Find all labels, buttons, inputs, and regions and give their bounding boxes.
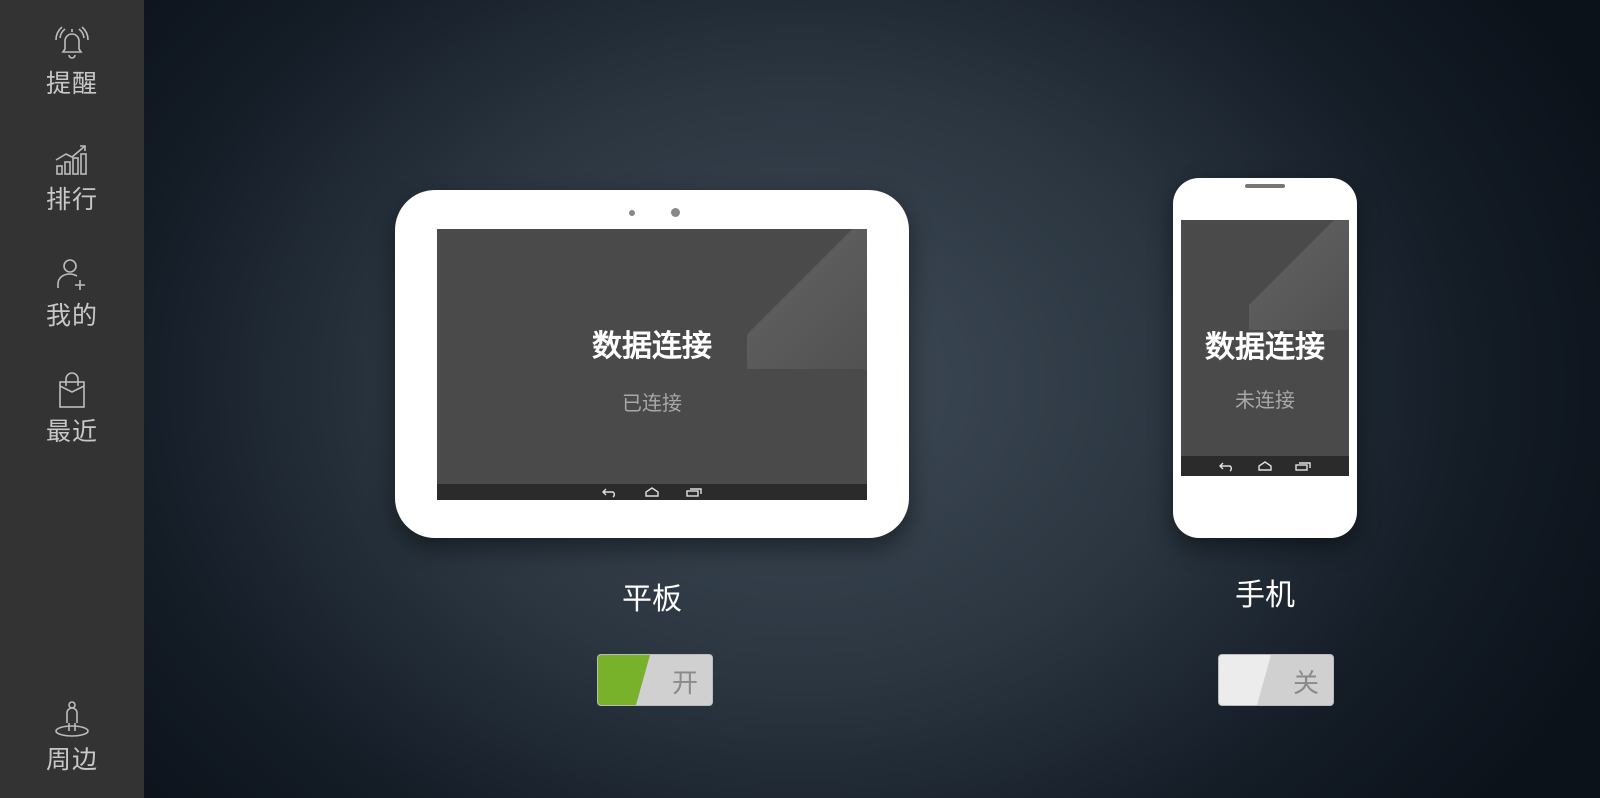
tablet-screen: 数据连接 已连接 bbox=[437, 229, 867, 500]
tablet-camera-dot bbox=[671, 208, 680, 217]
sidebar-item-mine[interactable]: 我的 bbox=[0, 246, 144, 350]
sidebar-item-label: 排行 bbox=[45, 185, 98, 214]
tablet-screen-status: 已连接 bbox=[622, 391, 682, 415]
phone-toggle[interactable]: 关 bbox=[1218, 654, 1334, 706]
sidebar-item-label: 提醒 bbox=[45, 69, 98, 98]
tablet-sensor-dot bbox=[629, 210, 635, 216]
bag-icon bbox=[59, 372, 85, 408]
phone-label: 手机 bbox=[1235, 578, 1295, 613]
recent-apps-icon bbox=[1295, 462, 1311, 471]
home-icon bbox=[645, 487, 659, 497]
sidebar-item-ranking[interactable]: 排行 bbox=[0, 130, 144, 234]
sidebar: 提醒 排行 我的 最近 周边 bbox=[0, 0, 144, 798]
back-icon bbox=[1219, 462, 1232, 472]
home-icon bbox=[1258, 461, 1272, 471]
phone-toggle-label: 关 bbox=[1292, 669, 1319, 699]
sidebar-item-label: 周边 bbox=[45, 745, 98, 774]
screen-glare bbox=[1249, 220, 1349, 330]
user-add-icon bbox=[57, 259, 85, 290]
phone-screen-status: 未连接 bbox=[1235, 388, 1295, 412]
sidebar-item-reminder[interactable]: 提醒 bbox=[0, 14, 144, 118]
tablet-navbar bbox=[437, 484, 867, 500]
tablet-toggle-label: 开 bbox=[671, 669, 698, 699]
tablet-screen-title: 数据连接 bbox=[592, 329, 712, 364]
phone-navbar bbox=[1181, 456, 1349, 476]
phone-speaker bbox=[1245, 184, 1285, 188]
toggle-on-indicator bbox=[598, 655, 650, 705]
recent-apps-icon bbox=[686, 488, 702, 497]
toggle-off-indicator bbox=[1219, 655, 1271, 705]
tablet-device: 数据连接 已连接 bbox=[395, 190, 909, 538]
phone-screen-title: 数据连接 bbox=[1205, 330, 1325, 365]
tablet-toggle[interactable]: 开 bbox=[597, 654, 713, 706]
phone-screen: 数据连接 未连接 bbox=[1181, 220, 1349, 476]
tablet-label: 平板 bbox=[622, 582, 682, 617]
bell-icon bbox=[55, 26, 89, 59]
sidebar-item-recent[interactable]: 最近 bbox=[0, 362, 144, 466]
back-icon bbox=[602, 488, 615, 498]
rank-chart-icon bbox=[55, 145, 87, 175]
sidebar-item-label: 我的 bbox=[45, 301, 98, 330]
sidebar-item-label: 最近 bbox=[45, 417, 98, 446]
sidebar-item-nearby[interactable]: 周边 bbox=[0, 690, 144, 794]
phone-device: 数据连接 未连接 bbox=[1173, 178, 1357, 538]
location-person-icon bbox=[55, 701, 89, 737]
